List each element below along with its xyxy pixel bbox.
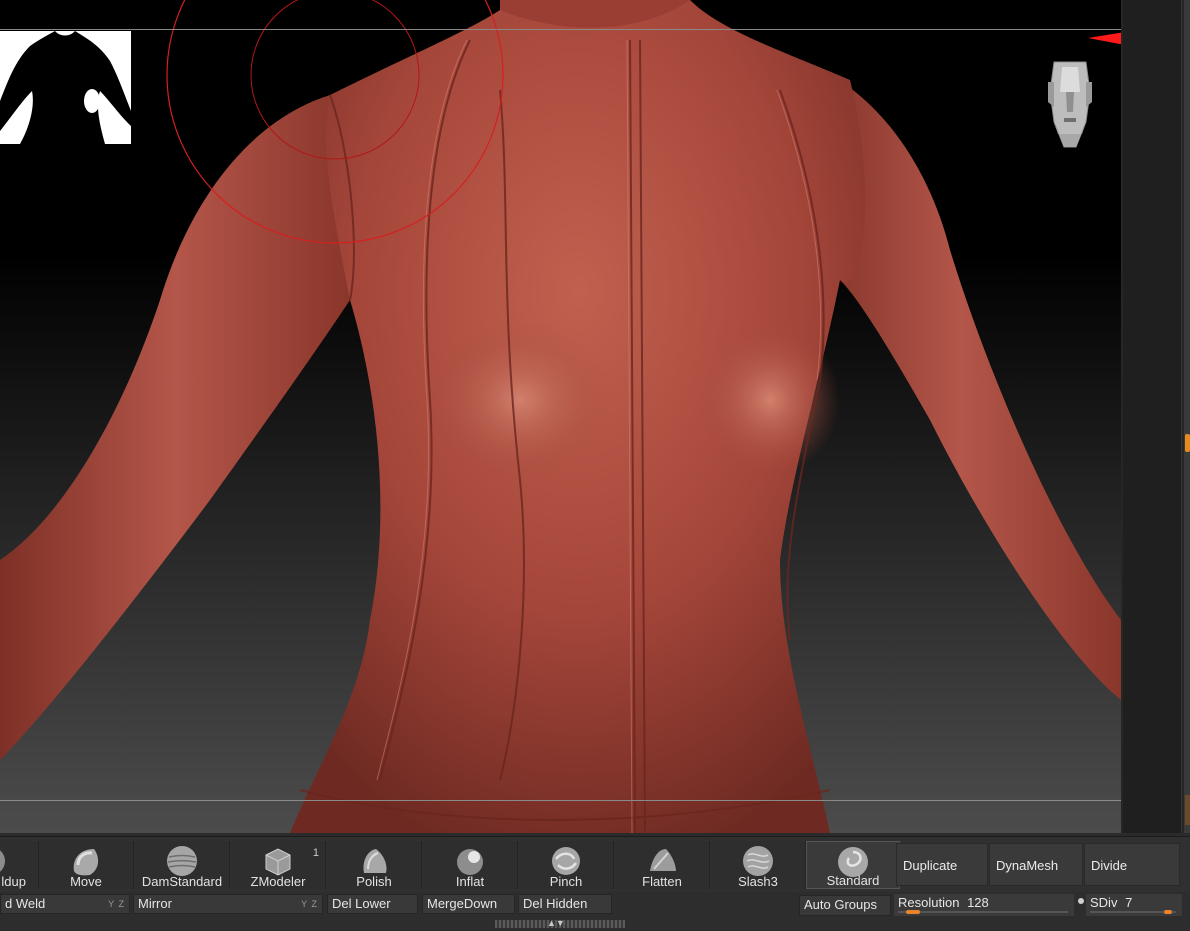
pinch-brush-icon [552,847,580,875]
resolution-label: Resolution [898,895,960,910]
merge-down-button[interactable]: MergeDown [422,894,515,914]
brush-label: Slash3 [738,874,778,889]
resolution-track [898,911,1068,913]
brush-pinch[interactable]: Pinch [519,841,614,889]
sdiv-value: 7 [1125,895,1133,910]
viewport-guide-bottom [0,800,1121,801]
viewport-guide-top [0,29,1121,30]
del-lower-button[interactable]: Del Lower [327,894,418,914]
mirror-button[interactable]: Mirror Y Z [133,894,323,914]
sdiv-fill [1164,910,1172,914]
brush-damstandard[interactable]: DamStandard [135,841,230,889]
brush-move[interactable]: Move [39,841,134,889]
brush-label: Inflat [455,874,485,889]
right-tray-marker-lower [1185,795,1190,825]
resolution-dynamic-toggle[interactable] [1078,898,1084,904]
brush-label: ZModeler [250,874,306,889]
mirror-axis-hint: Y Z [301,899,318,909]
resolution-value: 128 [967,895,989,910]
resolution-slider[interactable]: Resolution 128 [894,894,1084,916]
canvas-viewport[interactable] [0,0,1121,833]
duplicate-button[interactable]: Duplicate [896,843,988,886]
right-tray-panel [1123,0,1182,833]
right-tray-scrollbar[interactable] [1184,0,1190,833]
weld-label: d Weld [5,896,46,911]
right-tray [1121,0,1190,833]
right-tray-marker[interactable] [1185,434,1190,452]
polish-brush-icon [363,849,387,873]
move-brush-icon [73,849,99,876]
inflate-brush-icon [457,849,483,875]
brush-label: ldup [1,874,26,889]
auto-groups-button[interactable]: Auto Groups [799,895,891,916]
brush-polish[interactable]: Polish [327,841,422,889]
brush-label: Pinch [549,874,583,889]
dynamesh-button[interactable]: DynaMesh [989,843,1083,886]
brush-label: DamStandard [141,874,223,889]
sdiv-slider[interactable]: SDiv 7 [1086,894,1182,916]
flatten-brush-icon [650,849,676,871]
mirror-label: Mirror [138,896,172,911]
brush-standard[interactable]: Standard [806,841,900,889]
brush-shelf: ldup Move DamStandard 1 ZModeler Polish … [0,836,1190,893]
brush-label: Polish [356,874,392,889]
weld-button[interactable]: d Weld Y Z [0,894,130,914]
damstandard-brush-icon [167,846,197,876]
brush-label: Standard [826,873,880,888]
sdiv-label: SDiv [1090,895,1118,910]
brush-flatten[interactable]: Flatten [615,841,710,889]
shelf-scroll-handle[interactable]: ▲▼ [495,918,625,928]
resolution-fill [906,910,920,914]
zmodeler-badge: 1 [312,847,319,859]
weld-axis-hint: Y Z [108,899,125,909]
brush-slash3[interactable]: Slash3 [711,841,806,889]
brush-label: Flatten [642,874,682,889]
del-hidden-button[interactable]: Del Hidden [518,894,612,914]
slash3-brush-icon [743,846,773,876]
brush-label: Move [70,874,102,889]
silhouette-preview [0,31,131,144]
zmodeler-brush-icon [265,848,291,876]
shelf-toggle-arrows-icon: ▲▼ [547,918,565,928]
brush-zmodeler[interactable]: 1 ZModeler [231,841,326,889]
divide-button[interactable]: Divide [1084,843,1180,886]
brush-inflate[interactable]: Inflat [423,841,518,889]
brush-clay-buildup[interactable]: ldup [0,841,39,889]
clay-buildup-brush-icon [0,850,5,872]
sculpt-model[interactable] [0,0,1121,833]
